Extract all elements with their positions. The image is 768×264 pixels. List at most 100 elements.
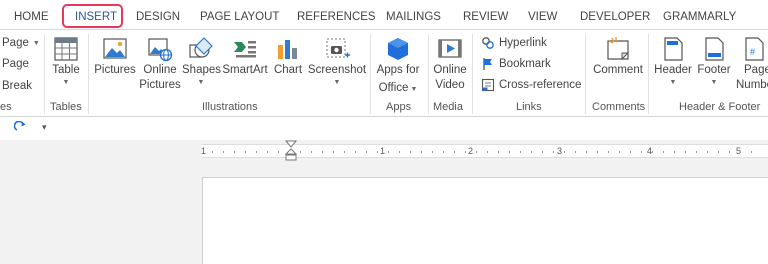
online-video-label-line1: Online <box>433 64 467 76</box>
ruler-tick <box>707 151 708 153</box>
shapes-button[interactable]: Shapes ▼ <box>182 35 221 87</box>
quick-access-toolbar: ▾ <box>0 118 768 140</box>
header-button[interactable]: Header ▼ <box>652 35 694 87</box>
comments-group-label: Comments <box>592 101 646 113</box>
page-break-button[interactable]: Break <box>2 80 32 92</box>
ruler-tick <box>234 151 235 153</box>
blank-page-button[interactable]: Page <box>2 58 29 70</box>
apps-for-office-label-line1: Apps for <box>376 64 420 76</box>
hyperlink-button[interactable]: Hyperlink <box>481 36 547 50</box>
ruler-tick <box>487 151 488 153</box>
tab-review[interactable]: REVIEW <box>463 11 508 23</box>
online-pictures-button[interactable]: Online Pictures <box>139 35 181 93</box>
comment-label: Comment <box>593 64 643 76</box>
ruler-tick <box>564 151 565 153</box>
ruler-tick <box>641 151 642 153</box>
online-video-button[interactable]: Online Video <box>430 35 470 93</box>
ruler-tick <box>344 151 345 153</box>
chevron-down-icon: ▼ <box>710 79 718 86</box>
apps-for-office-label-line2: Office <box>378 82 409 94</box>
ruler-number: 3 <box>557 146 563 156</box>
blank-page-label: Page <box>2 58 29 70</box>
ruler-tick <box>388 151 389 153</box>
group-divider <box>370 34 371 114</box>
media-group-label: Media <box>433 101 463 113</box>
tab-page-layout[interactable]: PAGE LAYOUT <box>200 11 279 23</box>
page-break-label: Break <box>2 80 33 92</box>
cover-page-button[interactable]: Page ▼ <box>2 37 40 49</box>
smartart-button[interactable]: SmartArt <box>221 35 269 78</box>
ruler-tick <box>630 151 631 153</box>
customize-toolbar-icon[interactable]: ▾ <box>42 122 47 133</box>
document-area: 1 1 2 3 4 5 <box>0 140 768 264</box>
indent-marker-icon[interactable] <box>285 140 297 162</box>
footer-button[interactable]: Footer ▼ <box>694 35 734 87</box>
cross-reference-button[interactable]: Cross-reference <box>481 78 581 92</box>
page-number-label-line1: Page <box>744 64 768 76</box>
ruler-tick <box>377 151 378 153</box>
ruler-tick <box>476 151 477 153</box>
shapes-icon <box>189 37 213 58</box>
screenshot-button[interactable]: Screenshot ▼ <box>307 35 367 87</box>
ruler-number: 2 <box>468 146 474 156</box>
ruler-tick <box>465 151 466 153</box>
redo-icon[interactable] <box>14 121 28 135</box>
bookmark-button[interactable]: Bookmark <box>481 57 551 71</box>
bookmark-label: Bookmark <box>499 58 551 70</box>
table-button[interactable]: Table ▼ <box>48 35 84 87</box>
ruler-tick <box>652 151 653 153</box>
picture-icon <box>103 38 127 59</box>
tab-developer[interactable]: DEVELOPER <box>580 11 650 23</box>
ruler-tick <box>597 151 598 153</box>
chevron-down-icon: ▼ <box>62 79 70 86</box>
ruler-tick <box>498 151 499 153</box>
ruler-tick <box>718 151 719 153</box>
online-pictures-label-line2: Pictures <box>139 79 181 91</box>
group-divider <box>88 34 89 114</box>
cross-reference-label: Cross-reference <box>499 79 582 91</box>
ruler-tick <box>212 151 213 153</box>
tab-design[interactable]: DESIGN <box>136 11 180 23</box>
ruler-number: 1 <box>380 146 386 156</box>
tab-grammarly[interactable]: GRAMMARLY <box>663 11 736 23</box>
chart-icon <box>278 40 297 59</box>
ruler-tick <box>322 151 323 153</box>
chevron-down-icon: ▼ <box>410 86 418 93</box>
apps-for-office-button[interactable]: Apps for Office ▼ <box>374 35 422 96</box>
pictures-button[interactable]: Pictures <box>94 35 136 78</box>
ruler-tick <box>520 151 521 153</box>
tab-home[interactable]: HOME <box>14 11 49 23</box>
ribbon: Page ▼ Page Break es Table ▼ Tables Pictu… <box>0 29 768 117</box>
online-video-icon <box>438 39 462 58</box>
ruler-tick <box>366 151 367 153</box>
chart-button[interactable]: Chart <box>272 35 304 78</box>
header-label: Header <box>654 64 692 76</box>
ruler-tick <box>729 151 730 153</box>
page-number-button[interactable]: # Page Numbe <box>734 35 768 93</box>
ruler-tick <box>509 151 510 153</box>
document-page[interactable] <box>202 177 768 264</box>
ruler-tick <box>355 151 356 153</box>
links-group-label: Links <box>516 101 542 113</box>
ruler-tick <box>421 151 422 153</box>
ruler-tick <box>245 151 246 153</box>
page-number-label-line2: Numbe <box>736 79 768 91</box>
online-pictures-label-line1: Online <box>143 64 177 76</box>
ruler-tick <box>751 151 752 153</box>
ruler-tick <box>311 151 312 153</box>
ruler-tick <box>223 151 224 153</box>
ruler-tick <box>674 151 675 153</box>
ruler-tick <box>443 151 444 153</box>
ruler-tick <box>685 151 686 153</box>
pages-group-label: es <box>0 101 12 113</box>
tab-view[interactable]: VIEW <box>528 11 557 23</box>
ruler-tick <box>454 151 455 153</box>
chevron-down-icon: ▼ <box>669 79 677 86</box>
tab-references[interactable]: REFERENCES <box>297 11 376 23</box>
comment-button[interactable]: Comment <box>590 35 646 78</box>
tab-mailings[interactable]: MAILINGS <box>386 11 441 23</box>
ruler-tick <box>410 151 411 153</box>
chevron-down-icon: ▼ <box>32 39 40 47</box>
hyperlink-label: Hyperlink <box>499 37 547 49</box>
screenshot-icon <box>326 38 350 58</box>
